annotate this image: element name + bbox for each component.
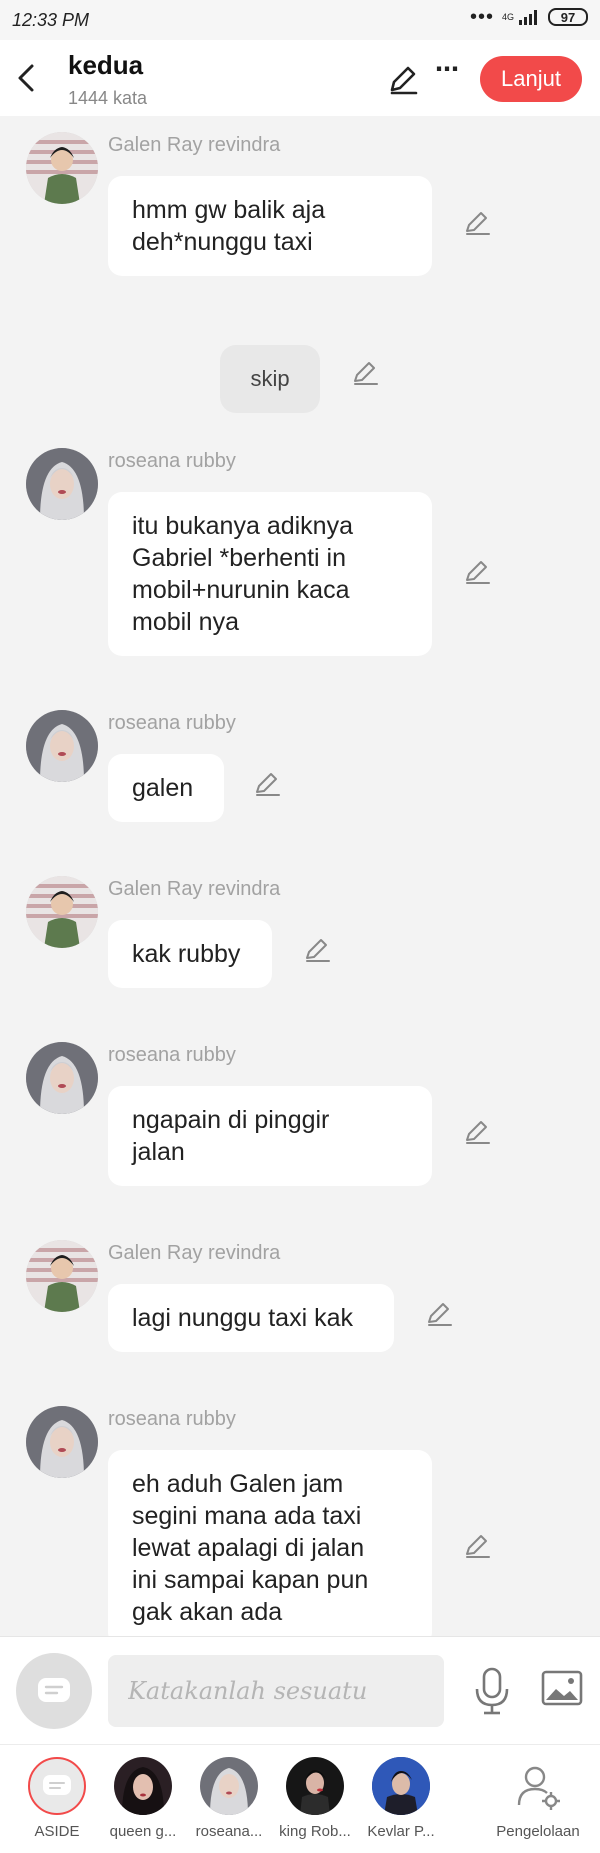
galen-avatar-image (26, 132, 98, 204)
chevron-left-icon (18, 64, 34, 92)
sender-name: roseana rubby (108, 1044, 236, 1066)
narration-bubble[interactable]: skip (220, 345, 320, 413)
avatar-roseana[interactable] (26, 710, 98, 782)
more-options-button[interactable]: ⋯ (432, 58, 462, 92)
edit-title-button[interactable] (386, 62, 420, 96)
avatar-galen[interactable] (26, 1240, 98, 1312)
character-roseana[interactable]: roseana... (184, 1757, 274, 1840)
avatar (509, 1757, 567, 1815)
message-bubble[interactable]: itu bukanya adiknya Gabriel *berhenti in… (108, 492, 432, 656)
status-time: 12:33 PM (12, 10, 90, 30)
character-label: king Rob... (279, 1823, 351, 1840)
message-bubble[interactable]: lagi nunggu taxi kak (108, 1284, 394, 1352)
character-queen[interactable]: queen g... (98, 1757, 188, 1840)
queen-avatar-image (122, 1767, 164, 1815)
edit-message-icon[interactable] (252, 768, 282, 798)
edit-message-icon[interactable] (462, 1530, 492, 1560)
galen-avatar-image (26, 1240, 98, 1312)
character-kevlar[interactable]: Kevlar P... (356, 1757, 446, 1840)
edit-message-icon[interactable] (462, 1116, 492, 1146)
chat-bubble-icon (38, 1678, 70, 1702)
character-aside[interactable]: ASIDE (12, 1757, 102, 1840)
galen-avatar-image (26, 876, 98, 948)
avatar (286, 1757, 344, 1815)
battery-icon: 97 (548, 8, 588, 26)
avatar-roseana[interactable] (26, 448, 98, 520)
roseana-avatar-image (26, 1406, 98, 1478)
page-title: kedua (68, 50, 144, 80)
message-bubble[interactable]: hmm gw balik aja deh*nunggu taxi (108, 176, 432, 276)
avatar-galen[interactable] (26, 132, 98, 204)
manage-characters-button[interactable]: Pengelolaan (484, 1757, 592, 1840)
image-icon (541, 1670, 583, 1706)
signal-icon (519, 10, 537, 25)
character-label: queen g... (109, 1823, 177, 1840)
character-king[interactable]: king Rob... (270, 1757, 360, 1840)
sender-name: Galen Ray revindra (108, 1242, 281, 1264)
status-bar: 12:33 PM ••• 4G 97 (0, 0, 600, 40)
character-label: Kevlar P... (367, 1823, 435, 1840)
character-bar: ASIDE queen g... roseana... king Rob... … (0, 1744, 600, 1853)
avatar-galen[interactable] (26, 876, 98, 948)
microphone-icon (475, 1667, 509, 1715)
roseana-avatar-image (210, 1768, 248, 1815)
avatar-roseana[interactable] (26, 1406, 98, 1478)
more-icon: ⋯ (435, 56, 459, 83)
status-indicators: ••• 4G 97 (469, 6, 588, 28)
message-bubble[interactable]: galen (108, 754, 224, 822)
roseana-avatar-image (26, 710, 98, 782)
header: kedua 1444 kata ⋯ Lanjut (0, 40, 600, 116)
message-bubble[interactable]: eh aduh Galen jam segini mana ada taxi l… (108, 1450, 432, 1636)
user-settings-icon (517, 1766, 560, 1810)
word-count: 1444 kata (68, 88, 148, 108)
aside-toggle-button[interactable] (16, 1653, 92, 1729)
microphone-button[interactable] (470, 1665, 514, 1717)
avatar-roseana[interactable] (26, 1042, 98, 1114)
sender-name: roseana rubby (108, 450, 236, 472)
message-bubble[interactable]: kak rubby (108, 920, 272, 988)
king-avatar-image (300, 1770, 330, 1815)
notification-dots-icon: ••• (469, 6, 494, 28)
pencil-icon (390, 66, 418, 95)
avatar (372, 1757, 430, 1815)
kevlar-avatar-image (372, 1757, 430, 1815)
character-label: ASIDE (34, 1823, 80, 1840)
message-bubble[interactable]: ngapain di pinggir jalan (108, 1086, 432, 1186)
roseana-avatar-image (26, 448, 98, 520)
sender-name: Galen Ray revindra (108, 134, 281, 156)
edit-message-icon[interactable] (424, 1298, 454, 1328)
edit-message-icon[interactable] (462, 556, 492, 586)
character-label: Pengelolaan (496, 1823, 580, 1840)
avatar (114, 1757, 172, 1815)
edit-message-icon[interactable] (462, 207, 492, 237)
input-bar (0, 1636, 600, 1745)
image-button[interactable] (540, 1669, 584, 1709)
back-button[interactable] (10, 58, 46, 98)
next-button[interactable]: Lanjut (480, 56, 582, 102)
aside-avatar (28, 1757, 86, 1815)
edit-message-icon[interactable] (302, 934, 332, 964)
message-input[interactable] (108, 1655, 444, 1727)
chat-story-screen: 12:33 PM ••• 4G 97 kedua 1444 kata ⋯ Lan… (0, 0, 600, 1853)
network-label: 4G (501, 12, 514, 22)
sender-name: roseana rubby (108, 1408, 236, 1430)
chat-list: Galen Ray revindra hmm gw balik aja deh*… (0, 116, 600, 1636)
character-label: roseana... (195, 1823, 263, 1840)
edit-narration-icon[interactable] (350, 357, 380, 387)
avatar (200, 1757, 258, 1815)
sender-name: Galen Ray revindra (108, 878, 281, 900)
chat-bubble-icon (43, 1775, 71, 1795)
roseana-avatar-image (26, 1042, 98, 1114)
sender-name: roseana rubby (108, 712, 236, 734)
